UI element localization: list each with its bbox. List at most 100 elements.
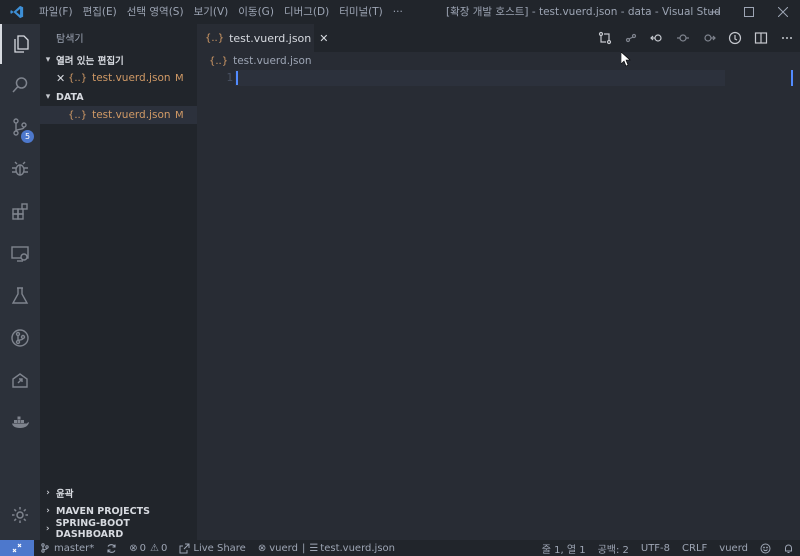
status-right: 줄 1, 열 1 공백: 2 UTF-8 CRLF vuerd: [536, 541, 800, 556]
menu-more[interactable]: ···: [388, 0, 408, 24]
breadcrumb: {..} test.vuerd.json: [197, 52, 800, 70]
end-of-line[interactable]: CRLF: [676, 543, 713, 554]
more-actions-icon[interactable]: [774, 24, 800, 52]
explorer-sidebar: 탐색기 ▾ 열려 있는 편집기 ✕ {..} test.vuerd.json M…: [40, 24, 197, 540]
folder-label: DATA: [56, 91, 84, 103]
folder-file-item[interactable]: {..} test.vuerd.json M: [40, 106, 197, 124]
menu-debug[interactable]: 디버그(D): [279, 0, 334, 24]
git-graph-icon[interactable]: [0, 318, 40, 358]
menu-go[interactable]: 이동(G): [233, 0, 279, 24]
chevron-right-icon: ›: [46, 488, 50, 498]
json-file-icon: {..}: [68, 109, 88, 121]
vuerd-file: test.vuerd.json: [320, 542, 395, 554]
tab-test-vuerd-json[interactable]: {..} test.vuerd.json ✕: [197, 24, 328, 52]
search-icon[interactable]: [0, 65, 40, 105]
modified-badge: M: [175, 72, 184, 84]
menu-terminal[interactable]: 터미널(T): [334, 0, 388, 24]
indentation[interactable]: 공백: 2: [592, 541, 635, 556]
extensions-icon[interactable]: [0, 191, 40, 231]
language-mode[interactable]: vuerd: [713, 543, 754, 554]
menu-file[interactable]: 파일(F): [34, 0, 78, 24]
menu-selection[interactable]: 선택 영역(S): [122, 0, 189, 24]
split-editor-icon[interactable]: [748, 24, 774, 52]
maximize-button[interactable]: [732, 0, 766, 24]
previous-change-icon[interactable]: [644, 24, 670, 52]
modified-badge: M: [175, 109, 184, 121]
close-circle-icon: ⊗: [257, 542, 267, 554]
next-change-icon[interactable]: [696, 24, 722, 52]
chevron-down-icon: ▾: [45, 55, 51, 65]
text-cursor: [236, 71, 238, 85]
open-editor-filename: test.vuerd.json: [92, 72, 171, 84]
list-icon: ☰: [309, 542, 319, 554]
title-bar: 파일(F) 편집(E) 선택 영역(S) 보기(V) 이동(G) 디버그(D) …: [0, 0, 800, 24]
open-editors-label: 열려 있는 편집기: [56, 56, 124, 67]
json-file-icon: {..}: [205, 32, 225, 44]
branch-name: master*: [54, 542, 95, 554]
debug-icon[interactable]: [0, 149, 40, 189]
explorer-icon[interactable]: [0, 24, 40, 64]
sync-icon[interactable]: [100, 543, 123, 554]
open-changes-icon[interactable]: [592, 24, 618, 52]
breadcrumb-file[interactable]: test.vuerd.json: [233, 55, 311, 67]
open-editor-item[interactable]: ✕ {..} test.vuerd.json M: [40, 69, 197, 87]
docker-icon[interactable]: [0, 402, 40, 442]
minimize-button[interactable]: [698, 0, 732, 24]
scm-badge: 5: [21, 130, 34, 143]
git-commit-icon[interactable]: [618, 24, 644, 52]
encoding[interactable]: UTF-8: [635, 543, 676, 554]
tab-label: test.vuerd.json: [229, 31, 312, 45]
menu-view[interactable]: 보기(V): [189, 0, 234, 24]
folder-filename: test.vuerd.json: [92, 109, 171, 121]
outline-label: 윤곽: [56, 489, 74, 500]
testing-icon[interactable]: [0, 276, 40, 316]
timeline-icon[interactable]: [722, 24, 748, 52]
error-count: 0: [139, 542, 147, 554]
chevron-right-icon: ›: [45, 524, 50, 534]
live-share-label: Live Share: [193, 542, 246, 554]
window-controls: [698, 0, 800, 24]
editor-area[interactable]: 1: [197, 70, 800, 540]
warning-count: 0: [161, 542, 168, 554]
chevron-down-icon: ▾: [45, 92, 51, 102]
error-icon: ⊗: [129, 542, 138, 554]
vscode-logo-icon: [0, 0, 34, 24]
close-window-button[interactable]: [766, 0, 800, 24]
cursor-position[interactable]: 줄 1, 열 1: [536, 541, 592, 556]
commit-node-icon[interactable]: [670, 24, 696, 52]
source-control-icon[interactable]: 5: [0, 107, 40, 147]
settings-gear-icon[interactable]: [0, 495, 40, 535]
status-separator: |: [301, 542, 306, 554]
current-line-highlight: [235, 70, 725, 86]
vuerd-label: vuerd: [269, 542, 298, 554]
remote-explorer-icon[interactable]: [0, 234, 40, 274]
outline-section[interactable]: › 윤곽: [40, 484, 197, 502]
vuerd-status[interactable]: ⊗ vuerd | ☰ test.vuerd.json: [252, 543, 401, 554]
editor-tab-bar: {..} test.vuerd.json ✕: [197, 24, 800, 52]
status-bar: master* ⊗ 0 ⚠ 0 Live Share ⊗ vuerd | ☰ t…: [0, 540, 800, 556]
spring-boot-dashboard-label: SPRING-BOOT DASHBOARD: [55, 518, 130, 540]
menu-edit[interactable]: 편집(E): [78, 0, 122, 24]
open-editors-section[interactable]: ▾ 열려 있는 편집기: [40, 51, 197, 69]
close-tab-icon[interactable]: ✕: [319, 32, 328, 45]
close-icon[interactable]: ✕: [56, 72, 68, 85]
overview-ruler-marker: [791, 70, 793, 86]
branch-indicator[interactable]: master*: [34, 543, 100, 554]
problems-indicator[interactable]: ⊗ 0 ⚠ 0: [123, 543, 173, 554]
editor-actions: [592, 24, 800, 52]
deploy-icon[interactable]: [0, 360, 40, 400]
live-share-button[interactable]: Live Share: [173, 543, 251, 554]
menu-bar: 파일(F) 편집(E) 선택 영역(S) 보기(V) 이동(G) 디버그(D) …: [34, 0, 408, 24]
json-file-icon: {..}: [209, 55, 229, 67]
chevron-right-icon: ›: [46, 506, 50, 516]
sidebar-title: 탐색기: [56, 34, 84, 45]
remote-indicator-icon[interactable]: [0, 540, 34, 556]
line-number: 1: [226, 71, 233, 84]
notifications-bell-icon[interactable]: [777, 543, 800, 554]
spring-boot-dashboard-section[interactable]: › SPRING-BOOT DASHBOARD: [40, 518, 197, 540]
feedback-smiley-icon[interactable]: [754, 543, 777, 554]
window-title: [확장 개발 호스트] - test.vuerd.json - data - V…: [446, 6, 720, 18]
folder-data-section[interactable]: ▾ DATA: [40, 88, 197, 106]
json-file-icon: {..}: [68, 72, 88, 84]
warning-icon: ⚠: [150, 542, 159, 554]
